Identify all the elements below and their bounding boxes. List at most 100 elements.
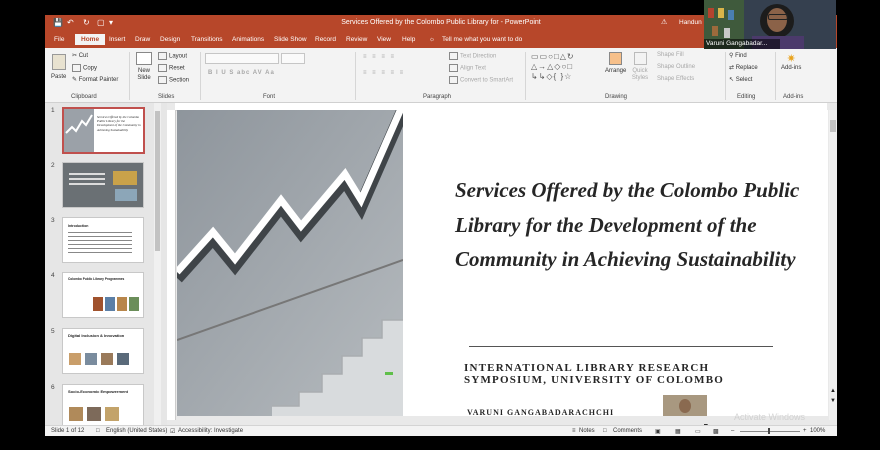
webcam-glasses <box>768 14 788 20</box>
tab-view[interactable]: View <box>377 36 391 43</box>
slide-thumbnail-4[interactable]: Colombo Public Library Programmes <box>62 272 144 318</box>
replace-icon: ⇄ <box>729 65 736 71</box>
slide-title[interactable]: Services Offered by the Colombo Public L… <box>455 173 825 277</box>
shape-outline-label: Shape Outline <box>657 64 696 70</box>
format-painter-label: Format Painter <box>78 77 119 83</box>
tell-me-search[interactable]: Tell me what you want to do <box>442 36 522 43</box>
tab-draw[interactable]: Draw <box>135 36 150 43</box>
thumb-photos <box>69 407 83 421</box>
arrange-label: Arrange <box>605 68 627 74</box>
layout-label: Layout <box>169 53 188 60</box>
slide-thumbnail-6[interactable]: Socio-Economic Empowerment <box>62 384 144 426</box>
slide-thumbnail-1[interactable]: Services Offered by the Colombo Public L… <box>62 107 145 154</box>
paragraph-group-label: Paragraph <box>423 94 452 100</box>
webcam-shelf-items <box>708 8 714 18</box>
vertical-scrollbar[interactable]: ▲ ▼ <box>829 110 837 420</box>
slide-thumbnail-5[interactable]: Digital Inclusion & Innovation <box>62 328 144 374</box>
arrange-button[interactable]: Arrange <box>605 52 626 74</box>
paste-button[interactable]: Paste <box>51 54 66 80</box>
shape-fill-button[interactable]: Shape Fill <box>657 52 684 58</box>
tab-home[interactable]: Home <box>75 34 106 45</box>
copy-button[interactable]: Copy <box>72 64 97 72</box>
thumb-heading: Introduction <box>68 224 89 228</box>
slide-canvas[interactable]: Services Offered by the Colombo Public L… <box>177 110 828 416</box>
quick-styles-label: Quick Styles <box>631 68 649 81</box>
cut-button[interactable]: ✂ Cut <box>72 52 88 59</box>
slide-number: 4 <box>51 272 55 279</box>
zoom-slider-handle[interactable] <box>768 428 770 434</box>
comments-button[interactable]: Comments <box>613 428 642 434</box>
tab-transitions[interactable]: Transitions <box>191 36 223 43</box>
shape-outline-button[interactable]: Shape Outline <box>657 64 695 70</box>
paste-label: Paste <box>51 74 67 80</box>
divider <box>129 52 130 100</box>
zoom-level[interactable]: 100% <box>810 428 825 434</box>
text-direction-label: Text Direction <box>460 53 497 60</box>
tab-file[interactable]: File <box>54 36 64 43</box>
new-slide-button[interactable]: New Slide <box>135 52 153 82</box>
spellcheck-icon[interactable]: □ <box>96 428 100 434</box>
shapes-gallery[interactable]: ▭▭○□△↻ △→△◇○□ ↳↳◇{ }☆ <box>531 52 575 82</box>
font-name-box[interactable] <box>205 53 279 64</box>
comments-icon: □ <box>603 428 607 434</box>
thumb-stairs-image <box>64 109 94 152</box>
align-buttons[interactable]: ≡ ≡ ≡ ≡ ≡ <box>363 70 405 76</box>
scroll-thumb[interactable] <box>830 120 836 132</box>
tab-review[interactable]: Review <box>346 36 367 43</box>
select-button[interactable]: ↖ Select <box>729 76 752 83</box>
zoom-out-icon[interactable]: – <box>731 428 734 434</box>
layout-button[interactable]: Layout <box>158 52 187 60</box>
reading-view-icon[interactable]: ▭ <box>695 428 701 435</box>
scroll-up-arrow[interactable]: ▲ <box>830 388 836 394</box>
thumb-title: Services Offered by the Colombo Public L… <box>97 115 141 132</box>
section-icon <box>158 76 167 84</box>
list-buttons[interactable]: ≡ ≡ ≡ ≡ <box>363 54 396 60</box>
addins-button[interactable]: ✷ Add-ins <box>781 52 801 71</box>
slide-editor: Services Offered by the Colombo Public L… <box>167 103 837 430</box>
slide-subtitle[interactable]: INTERNATIONAL LIBRARY RESEARCH SYMPOSIUM… <box>464 362 724 386</box>
tab-animations[interactable]: Animations <box>232 36 264 43</box>
thumb-heading: Digital Inclusion & Innovation <box>68 333 125 338</box>
replace-button[interactable]: ⇄ Replace <box>729 64 758 71</box>
format-painter-button[interactable]: ✎ Format Painter <box>72 76 118 83</box>
tab-insert[interactable]: Insert <box>109 36 125 43</box>
smartart-button[interactable]: Convert to SmartArt <box>449 76 513 84</box>
zoom-in-icon[interactable]: + <box>803 428 807 434</box>
notes-button[interactable]: Notes <box>579 428 595 434</box>
language-status[interactable]: English (United States) <box>106 428 167 434</box>
slideshow-view-icon[interactable]: ▩ <box>713 428 719 435</box>
slide-sorter-icon[interactable]: ▦ <box>675 428 681 435</box>
divider <box>200 52 201 100</box>
tab-record[interactable]: Record <box>315 36 336 43</box>
webcam-face <box>767 8 787 32</box>
slide-thumbnail-2[interactable] <box>62 162 144 208</box>
accessibility-status[interactable]: Accessibility: Investigate <box>178 428 243 434</box>
zoom-slider[interactable] <box>740 431 800 432</box>
tab-design[interactable]: Design <box>160 36 180 43</box>
slide-number: 6 <box>51 384 55 391</box>
reset-button[interactable]: Reset <box>158 64 185 72</box>
thumb-photos <box>69 353 81 365</box>
stairs-graph-image <box>177 110 403 416</box>
author-name[interactable]: VARUNI GANGABADARACHCHI <box>467 408 614 416</box>
quick-styles-button[interactable]: Quick Styles <box>629 52 651 82</box>
shape-effects-button[interactable]: Shape Effects <box>657 76 694 82</box>
normal-view-icon[interactable]: ▣ <box>655 428 661 435</box>
text-direction-button[interactable]: Text Direction <box>449 52 496 60</box>
tab-help[interactable]: Help <box>402 36 415 43</box>
clipboard-group-label: Clipboard <box>71 94 97 100</box>
font-size-box[interactable] <box>281 53 305 64</box>
align-text-button[interactable]: Align Text <box>449 64 486 72</box>
font-format-buttons[interactable]: B I U S abc AV Aa <box>208 70 275 76</box>
find-button[interactable]: ⚲ Find <box>729 52 747 59</box>
new-slide-icon <box>136 52 152 65</box>
scroll-thumb[interactable] <box>155 111 160 251</box>
reset-label: Reset <box>169 65 185 72</box>
tab-slide-show[interactable]: Slide Show <box>274 36 307 43</box>
thumb-photo <box>113 171 137 185</box>
slide-thumbnail-3[interactable]: Introduction <box>62 217 144 263</box>
thumbnails-scrollbar[interactable] <box>154 103 161 425</box>
scroll-down-arrow[interactable]: ▼ <box>830 398 836 404</box>
reset-icon <box>158 64 167 72</box>
section-button[interactable]: Section <box>158 76 189 84</box>
